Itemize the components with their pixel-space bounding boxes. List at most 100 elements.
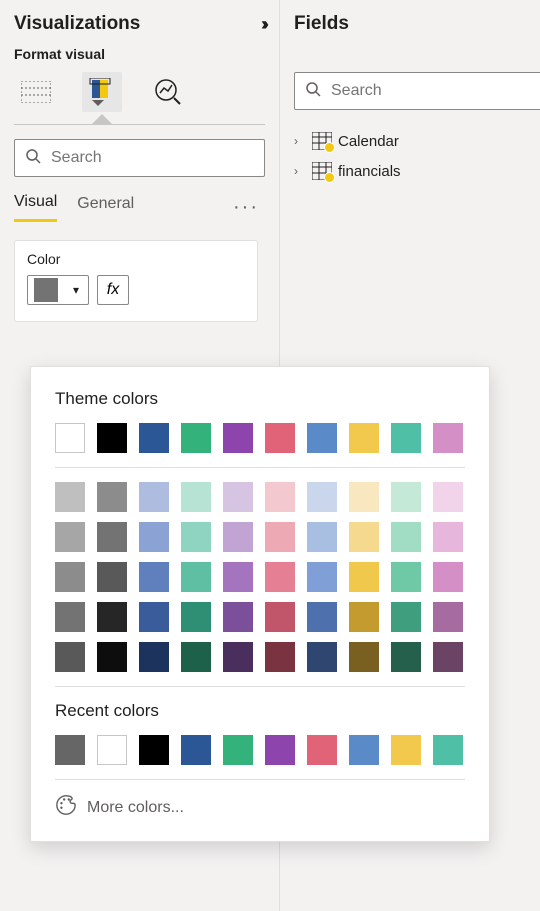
color-swatch[interactable] [55,482,85,512]
color-swatch[interactable] [349,522,379,552]
color-swatch[interactable] [307,642,337,672]
format-search-field[interactable] [49,148,260,168]
color-swatch[interactable] [55,423,85,453]
color-swatch[interactable] [307,482,337,512]
color-swatch[interactable] [391,562,421,592]
color-swatch[interactable] [391,602,421,632]
fields-search-input[interactable] [294,72,540,110]
color-swatch[interactable] [391,735,421,765]
color-swatch[interactable] [265,423,295,453]
color-swatch[interactable] [55,602,85,632]
color-swatch[interactable] [139,423,169,453]
fx-button[interactable]: fx [97,275,129,305]
color-swatch[interactable] [391,642,421,672]
color-swatch[interactable] [433,522,463,552]
color-swatch[interactable] [433,423,463,453]
color-swatch[interactable] [349,602,379,632]
chevron-right-icon: › [294,164,306,178]
color-swatch[interactable] [97,423,127,453]
color-swatch[interactable] [265,482,295,512]
color-swatch[interactable] [139,522,169,552]
color-swatch[interactable] [223,522,253,552]
fields-search-field[interactable] [329,81,540,101]
fields-grid-icon [21,81,51,103]
analytics-tab[interactable] [148,72,188,112]
color-swatch[interactable] [433,602,463,632]
color-swatch[interactable] [223,642,253,672]
color-swatch[interactable] [307,735,337,765]
color-swatch[interactable] [307,562,337,592]
color-swatch[interactable] [55,522,85,552]
color-swatch[interactable] [181,602,211,632]
color-swatch[interactable] [307,602,337,632]
color-swatch[interactable] [97,482,127,512]
palette-icon [55,794,77,821]
build-visual-tab[interactable] [16,72,56,112]
color-swatch[interactable] [223,602,253,632]
visualizations-title: Visualizations [14,13,140,35]
color-swatch[interactable] [181,423,211,453]
color-swatch[interactable] [139,562,169,592]
collapse-visualizations-button[interactable]: ›› [261,14,265,35]
color-swatch[interactable] [223,423,253,453]
color-swatch[interactable] [433,482,463,512]
color-swatch[interactable] [265,522,295,552]
color-swatch[interactable] [349,562,379,592]
color-swatch[interactable] [265,735,295,765]
format-search-input[interactable] [14,139,265,177]
color-swatch[interactable] [223,735,253,765]
tab-overflow-button[interactable]: ··· [233,196,265,219]
theme-colors-title: Theme colors [55,389,465,409]
color-swatch[interactable] [391,423,421,453]
color-dropdown[interactable]: ▾ [27,275,89,305]
color-swatch[interactable] [97,602,127,632]
color-swatch[interactable] [181,482,211,512]
color-swatch[interactable] [139,642,169,672]
table-icon [312,132,332,150]
more-colors-button[interactable]: More colors... [55,794,465,821]
color-swatch[interactable] [55,642,85,672]
recent-colors-title: Recent colors [55,701,465,721]
color-swatch[interactable] [97,562,127,592]
color-swatch[interactable] [97,522,127,552]
magnifier-chart-icon [154,78,182,106]
color-swatch[interactable] [349,423,379,453]
color-swatch[interactable] [265,562,295,592]
color-swatch[interactable] [265,642,295,672]
paint-roller-icon [88,78,116,106]
format-visual-label: Format visual [14,46,265,62]
color-swatch[interactable] [265,602,295,632]
color-swatch[interactable] [307,522,337,552]
format-visual-tab[interactable] [82,72,122,112]
color-swatch[interactable] [55,562,85,592]
color-swatch[interactable] [139,735,169,765]
color-swatch[interactable] [139,602,169,632]
color-swatch[interactable] [139,482,169,512]
color-swatch[interactable] [181,735,211,765]
color-swatch[interactable] [97,735,127,765]
color-swatch[interactable] [349,735,379,765]
color-swatch[interactable] [391,482,421,512]
color-swatch[interactable] [307,423,337,453]
color-swatch[interactable] [349,642,379,672]
color-card: Color ▾ fx [14,240,258,322]
color-swatch[interactable] [181,522,211,552]
current-color-swatch [34,278,58,302]
color-swatch[interactable] [349,482,379,512]
color-swatch[interactable] [55,735,85,765]
tab-general[interactable]: General [77,195,134,221]
field-table-item[interactable]: ›financials [294,156,540,186]
color-swatch[interactable] [97,642,127,672]
color-swatch[interactable] [181,642,211,672]
color-swatch[interactable] [181,562,211,592]
color-swatch[interactable] [223,482,253,512]
color-swatch[interactable] [433,735,463,765]
color-swatch[interactable] [433,642,463,672]
color-swatch[interactable] [391,522,421,552]
field-table-item[interactable]: ›Calendar [294,126,540,156]
color-swatch[interactable] [223,562,253,592]
search-icon [305,81,321,102]
chevron-right-icon: › [294,134,306,148]
color-swatch[interactable] [433,562,463,592]
tab-visual[interactable]: Visual [14,193,57,222]
